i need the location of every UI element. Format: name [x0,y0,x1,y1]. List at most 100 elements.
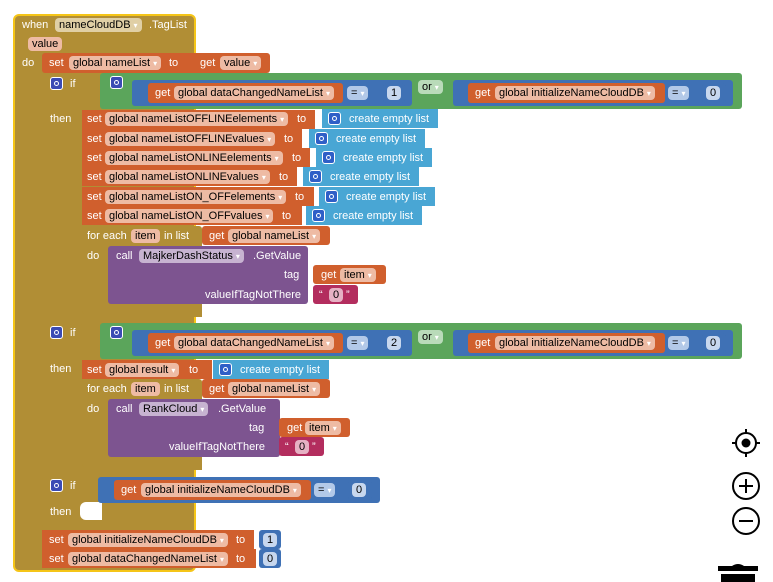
set-label: set [87,191,102,203]
var-dropdown[interactable]: global nameList ▾ [228,229,321,243]
operator-dropdown[interactable]: = ▾ [314,483,336,497]
chevron-down-icon: ▾ [278,193,283,202]
for-each-label: for each [87,230,127,242]
var-dropdown[interactable]: global result ▾ [105,363,180,377]
mutator-gear-icon[interactable] [322,151,335,164]
do-label: do [87,403,100,415]
number-field[interactable]: 1 [387,86,402,100]
create-empty-list-label: create empty list [336,133,417,145]
loop-var-field[interactable]: item [131,229,160,243]
do-label: do [22,57,35,69]
or-dropdown[interactable]: or ▾ [418,330,443,344]
number-field[interactable]: 1 [263,533,278,547]
if-label: if [70,78,76,90]
to-label: to [189,364,199,376]
operator-dropdown[interactable]: = ▾ [347,336,369,350]
chevron-down-icon: ▾ [171,366,176,375]
var-dropdown[interactable]: global initializeNameCloudDB ▾ [495,86,655,100]
mutator-gear-icon[interactable] [110,76,123,89]
mutator-gear-icon[interactable] [50,326,63,339]
to-label: to [279,171,289,183]
var-dropdown[interactable]: global dataChangedNameList ▾ [174,86,334,100]
or-dropdown[interactable]: or ▾ [418,80,443,94]
text-field[interactable]: 0 [295,440,310,454]
mutator-gear-icon[interactable] [328,112,341,125]
operator-dropdown[interactable]: = ▾ [668,86,690,100]
component-dropdown[interactable]: nameCloudDB ▾ [55,18,142,32]
target-icon[interactable] [731,428,761,458]
mutator-gear-icon[interactable] [219,363,232,376]
loop-var-field[interactable]: item [131,382,160,396]
var-dropdown[interactable]: global nameListOFFLINEvalues ▾ [105,132,276,146]
zoom-in-icon[interactable] [731,471,761,501]
var-dropdown[interactable]: global nameListONLINEelements ▾ [105,151,283,165]
chevron-down-icon: ▾ [434,83,439,92]
var-dropdown[interactable]: global dataChangedNameList ▾ [68,552,228,566]
to-label: to [297,113,307,125]
chevron-down-icon: ▾ [292,486,297,495]
default-label: valueIfTagNotThere [169,441,265,453]
get-label: get [287,422,303,434]
number-field[interactable]: 2 [387,336,402,350]
mutator-gear-icon[interactable] [309,170,322,183]
get-label: get [155,87,171,99]
if-block-2[interactable] [42,322,82,470]
method-label: .GetValue [253,250,302,262]
chevron-down-icon: ▾ [133,21,138,30]
component-dropdown[interactable]: MajkerDashStatus ▾ [139,249,244,263]
create-empty-list-label: create empty list [343,152,424,164]
quote-close: ” [346,289,350,301]
chevron-down-icon: ▾ [219,555,224,564]
var-dropdown[interactable]: global initializeNameCloudDB ▾ [495,336,655,350]
chevron-down-icon: ▾ [681,89,686,98]
tag-label: tag [284,269,300,281]
get-label: get [209,230,225,242]
chevron-down-icon: ▾ [646,339,651,348]
create-empty-list-label: create empty list [346,191,427,203]
operator-dropdown[interactable]: = ▾ [668,336,690,350]
var-dropdown[interactable]: global nameList ▾ [228,382,321,396]
var-dropdown[interactable]: item ▾ [305,421,341,435]
chevron-down-icon: ▾ [280,115,285,124]
chevron-down-icon: ▾ [681,339,686,348]
var-dropdown[interactable]: global nameList ▾ [69,56,162,70]
get-var-dropdown[interactable]: value ▾ [220,56,262,70]
set-label: set [49,534,64,546]
trash-icon[interactable] [716,562,760,582]
var-dropdown[interactable]: global initializeNameCloudDB ▾ [68,533,228,547]
number-field[interactable]: 0 [706,336,721,350]
chevron-down-icon: ▾ [274,154,279,163]
var-dropdown[interactable]: item ▾ [340,268,376,282]
number-field[interactable]: 0 [263,552,278,566]
get-label: get [121,484,137,496]
if-block-1[interactable] [42,73,82,318]
text-field[interactable]: 0 [329,288,344,302]
number-field[interactable]: 0 [706,86,721,100]
var-dropdown[interactable]: global nameListON_OFFelements ▾ [105,190,287,204]
event-param-value[interactable]: value [28,37,63,51]
mutator-gear-icon[interactable] [50,479,63,492]
var-dropdown[interactable]: global nameListON_OFFvalues ▾ [105,209,274,223]
create-empty-list-label: create empty list [330,171,411,183]
var-dropdown[interactable]: global nameListOFFLINEelements ▾ [105,112,289,126]
to-label: to [236,553,246,565]
var-dropdown[interactable]: global dataChangedNameList ▾ [174,336,334,350]
mutator-gear-icon[interactable] [315,132,328,145]
mutator-gear-icon[interactable] [50,77,63,90]
set-label: set [87,171,102,183]
var-dropdown[interactable]: global initializeNameCloudDB ▾ [141,483,301,497]
mutator-gear-icon[interactable] [325,190,338,203]
call-label: call [116,403,133,415]
var-dropdown[interactable]: global nameListONLINEvalues ▾ [105,170,270,184]
then-label: then [50,363,72,375]
chevron-down-icon: ▾ [367,271,372,280]
mutator-gear-icon[interactable] [110,326,123,339]
then-slot [80,502,102,520]
component-dropdown[interactable]: RankCloud ▾ [139,402,209,416]
chevron-down-icon: ▾ [265,212,270,221]
mutator-gear-icon[interactable] [312,209,325,222]
number-field[interactable]: 0 [352,483,367,497]
zoom-out-icon[interactable] [731,506,761,536]
set-label: set [87,133,102,145]
operator-dropdown[interactable]: = ▾ [347,86,369,100]
